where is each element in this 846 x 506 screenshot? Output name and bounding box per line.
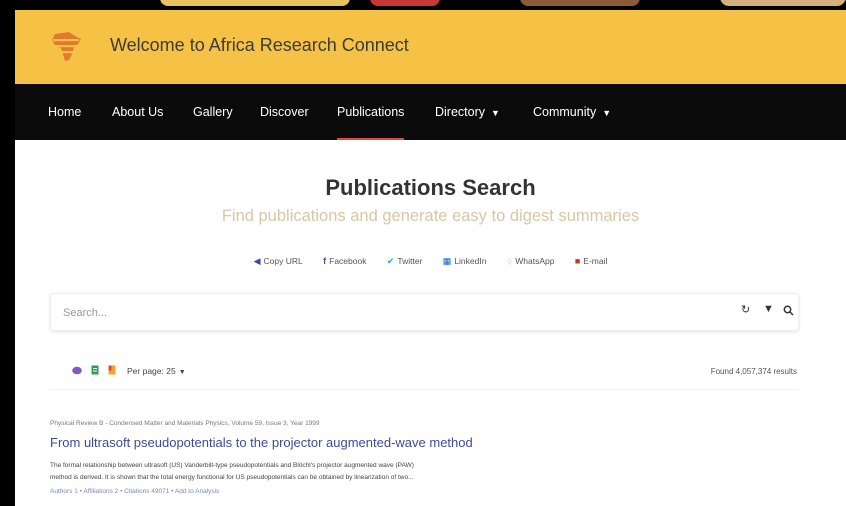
results-count: Found 4,057,374 results <box>710 367 797 376</box>
search-icon[interactable] <box>783 305 794 316</box>
result-links: Authors 1 • Affiliations 2 • Citations 4… <box>50 488 220 495</box>
result-affiliations-link[interactable]: Affiliations 2 <box>83 488 118 495</box>
per-page-label: Per page: 25 <box>127 366 176 376</box>
background-image-strip <box>0 0 846 8</box>
linkedin-icon: ▦ <box>442 256 452 266</box>
result-citations-link[interactable]: Citations 49071 <box>124 488 169 495</box>
nav-community[interactable]: Community ▼ <box>533 84 611 140</box>
result-abstract-line: method is derived. It is shown that the … <box>50 474 414 481</box>
search-box: ↻ ▼ <box>50 293 799 331</box>
share-twitter-label: Twitter <box>397 256 423 266</box>
result-title-link[interactable]: From ultrasoft pseudopotentials to the p… <box>50 435 473 450</box>
site-header: Welcome to Africa Research Connect <box>15 10 846 84</box>
chevron-down-icon: ▼ <box>178 369 186 376</box>
share-twitter[interactable]: ✔ Twitter <box>387 256 423 267</box>
africa-logo-icon[interactable] <box>47 26 87 66</box>
result-add-to-analysis-link[interactable]: Add to Analysis <box>175 488 219 495</box>
nav-about-us[interactable]: About Us <box>112 84 163 140</box>
share-bar: ◀ Copy URL f Facebook ✔ Twitter ▦ LinkedIn ○… <box>15 256 846 267</box>
result-authors-link[interactable]: Authors 1 <box>50 488 78 495</box>
share-copy-url[interactable]: ◀ Copy URL <box>254 256 303 267</box>
per-page-select[interactable]: Per page: 25 ▼ <box>127 366 186 376</box>
share-whatsapp-label: WhatsApp <box>515 256 555 266</box>
site-title: Welcome to Africa Research Connect <box>110 35 409 55</box>
result-meta: Physical Review B - Condensed Matter and… <box>50 420 320 427</box>
nav-community-label: Community <box>533 105 597 119</box>
chevron-down-icon: ▼ <box>602 108 612 118</box>
email-icon: ■ <box>574 256 581 266</box>
browser-viewport: Welcome to Africa Research Connect Home … <box>15 10 846 506</box>
twitter-icon: ✔ <box>386 256 395 266</box>
share-email[interactable]: ■ E-mail <box>575 256 608 266</box>
brain-icon[interactable] <box>72 365 82 375</box>
share-linkedin-label: LinkedIn <box>454 256 487 266</box>
reset-icon[interactable]: ↻ <box>741 303 750 316</box>
main-nav: Home About Us Gallery Discover Publicati… <box>15 84 846 140</box>
share-whatsapp[interactable]: ○ WhatsApp <box>507 256 555 266</box>
nav-home[interactable]: Home <box>48 84 81 140</box>
chevron-down-icon: ▼ <box>491 108 500 118</box>
page-subtitle: Find publications and generate easy to d… <box>221 207 640 225</box>
excel-icon[interactable] <box>90 365 100 375</box>
bookmark-icon[interactable] <box>107 365 117 375</box>
search-input[interactable] <box>61 302 665 324</box>
share-linkedin[interactable]: ▦ LinkedIn <box>443 256 487 267</box>
share-facebook-label: Facebook <box>329 256 367 266</box>
facebook-icon: f <box>323 256 327 266</box>
result-abstract-line: The formal relationship between ultrasof… <box>50 462 414 469</box>
whatsapp-icon: ○ <box>506 256 513 266</box>
result-abstract: The formal relationship between ultrasof… <box>50 460 610 484</box>
page-title: Publications Search <box>325 175 536 200</box>
nav-discover[interactable]: Discover <box>260 84 309 140</box>
filter-icon[interactable]: ▼ <box>763 303 774 315</box>
share-email-label: E-mail <box>583 256 608 266</box>
share-icon: ◀ <box>253 256 261 266</box>
results-toolbar: Per page: 25 ▼ Found 4,057,374 results <box>50 355 797 390</box>
nav-publications[interactable]: Publications <box>337 84 405 140</box>
share-facebook[interactable]: f Facebook <box>323 256 366 266</box>
nav-directory[interactable]: Directory ▼ <box>435 84 500 140</box>
share-copy-url-label: Copy URL <box>263 256 303 266</box>
nav-gallery[interactable]: Gallery <box>193 84 233 140</box>
nav-directory-label: Directory <box>435 105 486 119</box>
